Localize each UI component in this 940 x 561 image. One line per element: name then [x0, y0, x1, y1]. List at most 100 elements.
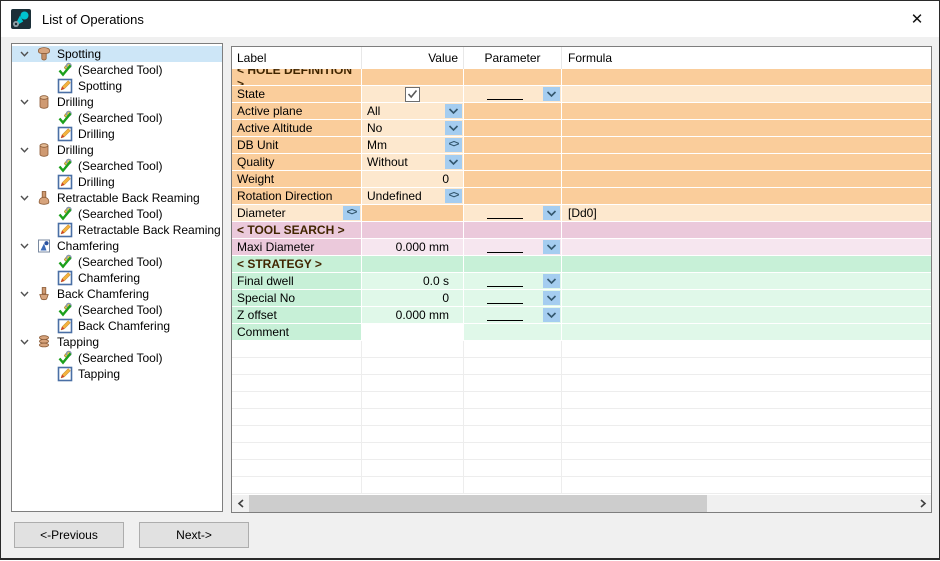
- tree-item-drilling[interactable]: Drilling: [12, 94, 222, 110]
- scroll-left-icon[interactable]: [232, 495, 249, 512]
- formula-cell[interactable]: [562, 239, 931, 256]
- value-cell[interactable]: 0.000 mm: [362, 239, 464, 256]
- back-reaming-icon: [36, 190, 52, 206]
- tree-item-back-chamfering[interactable]: Back Chamfering: [12, 318, 222, 334]
- chevron-expand-icon[interactable]: [19, 99, 30, 105]
- chevron-expand-icon[interactable]: [19, 51, 30, 57]
- next-button[interactable]: Next->: [139, 522, 249, 548]
- dropdown-icon[interactable]: [445, 121, 462, 135]
- tree-item-chamfering[interactable]: Chamfering: [12, 238, 222, 254]
- tree-item-searched-tool[interactable]: (Searched Tool): [12, 62, 222, 78]
- formula-text: [Dd0]: [562, 206, 597, 220]
- value-cell[interactable]: All: [362, 103, 464, 120]
- dropdown-icon[interactable]: [543, 291, 560, 305]
- tree-item-label: (Searched Tool): [78, 63, 163, 77]
- parameter-cell[interactable]: [464, 273, 562, 290]
- parameter-cell[interactable]: [464, 239, 562, 256]
- row-label: Quality: [237, 155, 274, 169]
- scrollbar-thumb[interactable]: [249, 495, 707, 512]
- tree-item-spotting[interactable]: Spotting: [12, 78, 222, 94]
- parameter-cell[interactable]: [464, 86, 562, 103]
- tree-item-retractable-back-reaming[interactable]: Retractable Back Reaming: [12, 222, 222, 238]
- value-cell: [362, 256, 464, 273]
- value-cell[interactable]: Mm<>: [362, 137, 464, 154]
- value-cell[interactable]: [362, 86, 464, 103]
- formula-cell[interactable]: [562, 154, 931, 171]
- tree-item-searched-tool[interactable]: (Searched Tool): [12, 158, 222, 174]
- formula-cell[interactable]: [562, 307, 931, 324]
- section-row-<-strategy->: < STRATEGY >: [232, 256, 931, 273]
- parameter-cell[interactable]: [464, 290, 562, 307]
- tree-item-retractable-back-reaming[interactable]: Retractable Back Reaming: [12, 190, 222, 206]
- tree-item-spotting[interactable]: Spotting: [12, 46, 222, 62]
- value-cell[interactable]: 0: [362, 290, 464, 307]
- dropdown-icon[interactable]: [543, 87, 560, 101]
- dropdown-icon[interactable]: [543, 308, 560, 322]
- value-cell[interactable]: 0.0 s: [362, 273, 464, 290]
- dropdown-icon[interactable]: [543, 274, 560, 288]
- tree-item-chamfering[interactable]: Chamfering: [12, 270, 222, 286]
- parameter-blank-field[interactable]: [487, 208, 523, 219]
- label-cell: DB Unit: [232, 137, 362, 154]
- value-cell[interactable]: 0.000 mm: [362, 307, 464, 324]
- exchange-icon[interactable]: <>: [445, 138, 462, 152]
- tree-item-searched-tool[interactable]: (Searched Tool): [12, 350, 222, 366]
- formula-cell[interactable]: [562, 290, 931, 307]
- formula-cell[interactable]: [562, 324, 931, 341]
- tree-item-tapping[interactable]: Tapping: [12, 366, 222, 382]
- formula-cell[interactable]: [562, 188, 931, 205]
- value-cell[interactable]: [362, 205, 464, 222]
- horizontal-scrollbar[interactable]: [232, 495, 931, 512]
- value-cell[interactable]: Undefined<>: [362, 188, 464, 205]
- formula-cell[interactable]: [562, 171, 931, 188]
- formula-cell[interactable]: [562, 137, 931, 154]
- parameter-blank-field[interactable]: [487, 242, 523, 253]
- parameter-blank-field[interactable]: [487, 310, 523, 321]
- formula-cell[interactable]: [562, 86, 931, 103]
- close-icon[interactable]: ✕: [907, 9, 927, 29]
- dropdown-icon[interactable]: [445, 155, 462, 169]
- formula-cell[interactable]: [562, 103, 931, 120]
- grid-row-state: State: [232, 86, 931, 103]
- tree-item-searched-tool[interactable]: (Searched Tool): [12, 254, 222, 270]
- chevron-expand-icon[interactable]: [19, 147, 30, 153]
- dropdown-icon[interactable]: [445, 104, 462, 118]
- parameter-cell: [464, 341, 562, 358]
- dropdown-icon[interactable]: [543, 240, 560, 254]
- formula-cell[interactable]: [562, 120, 931, 137]
- empty-grid-row: [232, 460, 931, 477]
- tree-item-label: Drilling: [78, 127, 115, 141]
- chevron-expand-icon[interactable]: [19, 243, 30, 249]
- value-cell[interactable]: No: [362, 120, 464, 137]
- tree-item-searched-tool[interactable]: (Searched Tool): [12, 206, 222, 222]
- parameter-cell[interactable]: [464, 205, 562, 222]
- exchange-icon[interactable]: <>: [343, 206, 360, 220]
- parameter-blank-field[interactable]: [487, 293, 523, 304]
- formula-cell[interactable]: [Dd0]: [562, 205, 931, 222]
- exchange-icon[interactable]: <>: [445, 189, 462, 203]
- value-cell[interactable]: Without: [362, 154, 464, 171]
- previous-button[interactable]: <-Previous: [14, 522, 124, 548]
- tree-item-drilling[interactable]: Drilling: [12, 174, 222, 190]
- tree-item-searched-tool[interactable]: (Searched Tool): [12, 110, 222, 126]
- tree-item-drilling[interactable]: Drilling: [12, 126, 222, 142]
- scrollbar-track[interactable]: [249, 495, 914, 512]
- checkbox[interactable]: [405, 87, 420, 102]
- value-cell[interactable]: 0: [362, 171, 464, 188]
- chevron-expand-icon[interactable]: [19, 291, 30, 297]
- tree-item-back-chamfering[interactable]: Back Chamfering: [12, 286, 222, 302]
- empty-grid-row: [232, 375, 931, 392]
- value-cell[interactable]: [362, 324, 464, 341]
- tree-item-tapping[interactable]: Tapping: [12, 334, 222, 350]
- parameter-blank-field[interactable]: [487, 89, 523, 100]
- tree-item-drilling[interactable]: Drilling: [12, 142, 222, 158]
- tree-item-searched-tool[interactable]: (Searched Tool): [12, 302, 222, 318]
- chevron-expand-icon[interactable]: [19, 339, 30, 345]
- formula-cell[interactable]: [562, 273, 931, 290]
- scroll-right-icon[interactable]: [914, 495, 931, 512]
- dropdown-icon[interactable]: [543, 206, 560, 220]
- chevron-expand-icon[interactable]: [19, 195, 30, 201]
- searched-tool-icon: [57, 302, 73, 318]
- parameter-blank-field[interactable]: [487, 276, 523, 287]
- parameter-cell[interactable]: [464, 307, 562, 324]
